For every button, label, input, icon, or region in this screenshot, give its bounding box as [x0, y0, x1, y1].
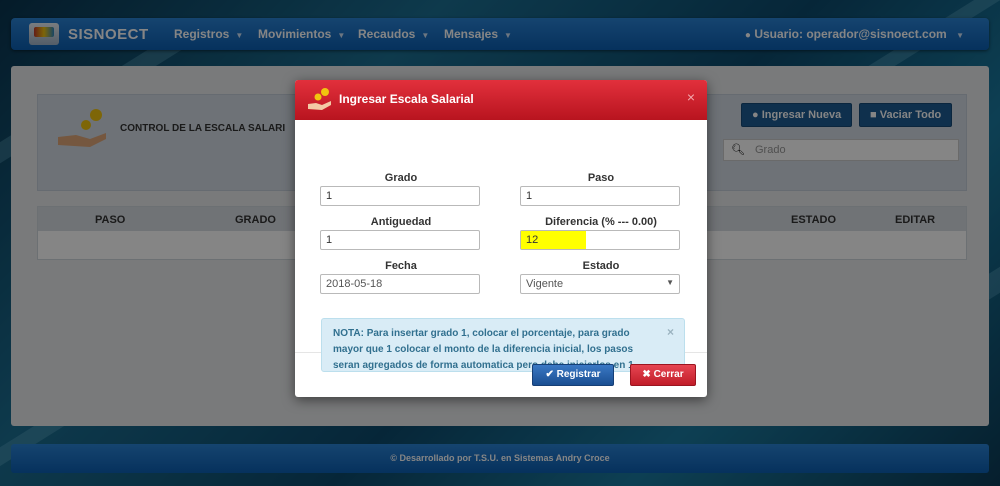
- estado-label: Estado: [582, 260, 620, 272]
- button-label: Registrar: [556, 369, 601, 380]
- button-label: Cerrar: [653, 369, 684, 380]
- chevron-down-icon: ▼: [666, 278, 674, 287]
- registrar-button[interactable]: ✔ Registrar: [532, 364, 614, 386]
- estado-select[interactable]: Vigente ▼: [520, 274, 680, 294]
- grado-field[interactable]: 1: [320, 186, 480, 206]
- antiguedad-value: 1: [326, 234, 333, 246]
- diferencia-label: Diferencia (% --- 0.00): [545, 216, 657, 228]
- grado-value: 1: [326, 190, 333, 202]
- close-icon[interactable]: ×: [667, 324, 674, 340]
- estado-value: Vigente: [526, 278, 564, 290]
- diferencia-field[interactable]: 12: [520, 230, 680, 250]
- close-icon: ✖: [642, 369, 651, 380]
- paso-label: Paso: [587, 172, 615, 184]
- modal-footer: ✔ Registrar ✖ Cerrar: [295, 353, 707, 397]
- fecha-field[interactable]: 2018-05-18: [320, 274, 480, 294]
- close-icon[interactable]: ×: [687, 89, 695, 105]
- fecha-label: Fecha: [385, 260, 417, 272]
- diferencia-value: 12: [526, 234, 539, 246]
- modal-body: Grado 1 Paso 1 Antiguedad 1 Diferencia (…: [295, 120, 707, 372]
- grado-label: Grado: [384, 172, 418, 184]
- paso-value: 1: [526, 190, 533, 202]
- fecha-value: 2018-05-18: [326, 278, 383, 290]
- check-icon: ✔: [545, 369, 554, 380]
- paso-field[interactable]: 1: [520, 186, 680, 206]
- modal-header: Ingresar Escala Salarial ×: [295, 80, 707, 120]
- modal-title: Ingresar Escala Salarial: [339, 92, 474, 106]
- antiguedad-field[interactable]: 1: [320, 230, 480, 250]
- money-hand-icon: [308, 88, 331, 110]
- ingresar-escala-modal: Ingresar Escala Salarial × Grado 1 Paso …: [295, 80, 707, 397]
- antiguedad-label: Antiguedad: [370, 216, 432, 228]
- cerrar-button[interactable]: ✖ Cerrar: [630, 364, 696, 386]
